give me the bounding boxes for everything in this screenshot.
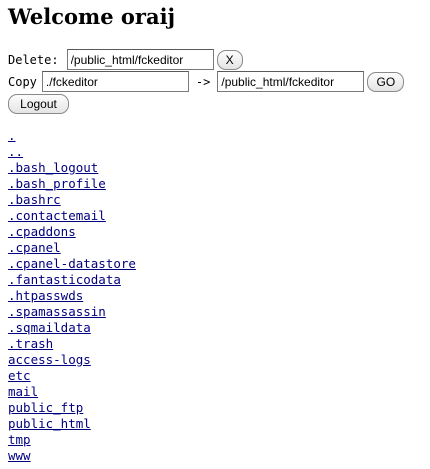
copy-destination-input[interactable] <box>217 71 365 92</box>
list-item: .htpasswds <box>8 288 136 304</box>
file-link[interactable]: .. <box>8 144 23 159</box>
copy-arrow: -> <box>195 74 211 89</box>
file-link[interactable]: public_ftp <box>8 400 83 415</box>
page: Welcome oraij Delete: X Copy -> GO Logou… <box>8 0 428 463</box>
copy-form: Copy -> GO <box>8 71 405 92</box>
file-link[interactable]: .bash_profile <box>8 176 106 191</box>
list-item: .bashrc <box>8 192 136 208</box>
list-item: .trash <box>8 336 136 352</box>
list-item: public_ftp <box>8 400 136 416</box>
list-item: .sqmaildata <box>8 320 136 336</box>
file-link[interactable]: etc <box>8 368 31 383</box>
list-item: . <box>8 128 136 144</box>
delete-button[interactable]: X <box>216 49 243 70</box>
file-link[interactable]: .cpaddons <box>8 224 76 239</box>
list-item: mail <box>8 384 136 400</box>
file-link[interactable]: . <box>8 128 16 143</box>
file-link[interactable]: .contactemail <box>8 208 106 223</box>
file-link[interactable]: www <box>8 448 31 463</box>
file-list: ... .bash_logout .bash_profile .bashrc .cont… <box>8 128 136 464</box>
list-item: .. <box>8 144 136 160</box>
list-item: .cpanel-datastore <box>8 256 136 272</box>
file-link[interactable]: .trash <box>8 336 53 351</box>
file-link[interactable]: mail <box>8 384 38 399</box>
delete-form: Delete: X <box>8 49 243 70</box>
list-item: public_html <box>8 416 136 432</box>
copy-source-input[interactable] <box>41 71 189 92</box>
list-item: access-logs <box>8 352 136 368</box>
file-link[interactable]: .sqmaildata <box>8 320 91 335</box>
copy-go-button[interactable]: GO <box>367 71 405 92</box>
file-link[interactable]: .htpasswds <box>8 288 83 303</box>
list-item: .contactemail <box>8 208 136 224</box>
list-item: tmp <box>8 432 136 448</box>
list-item: .cpaddons <box>8 224 136 240</box>
file-link[interactable]: .fantasticodata <box>8 272 121 287</box>
file-link[interactable]: .bashrc <box>8 192 61 207</box>
logout-button[interactable]: Logout <box>8 94 69 114</box>
list-item: etc <box>8 368 136 384</box>
list-item: .bash_profile <box>8 176 136 192</box>
file-link[interactable]: .spamassassin <box>8 304 106 319</box>
list-item: www <box>8 448 136 464</box>
file-link[interactable]: tmp <box>8 432 31 447</box>
copy-label: Copy <box>8 74 37 89</box>
delete-path-input[interactable] <box>66 49 214 70</box>
list-item: .cpanel <box>8 240 136 256</box>
delete-label: Delete: <box>8 52 59 67</box>
file-link[interactable]: .bash_logout <box>8 160 98 175</box>
list-item: .spamassassin <box>8 304 136 320</box>
file-link[interactable]: access-logs <box>8 352 91 367</box>
file-link[interactable]: public_html <box>8 416 91 431</box>
file-link[interactable]: .cpanel-datastore <box>8 256 136 271</box>
logout-row: Logout <box>8 94 69 114</box>
list-item: .bash_logout <box>8 160 136 176</box>
file-link[interactable]: .cpanel <box>8 240 61 255</box>
page-title: Welcome oraij <box>8 4 176 29</box>
list-item: .fantasticodata <box>8 272 136 288</box>
